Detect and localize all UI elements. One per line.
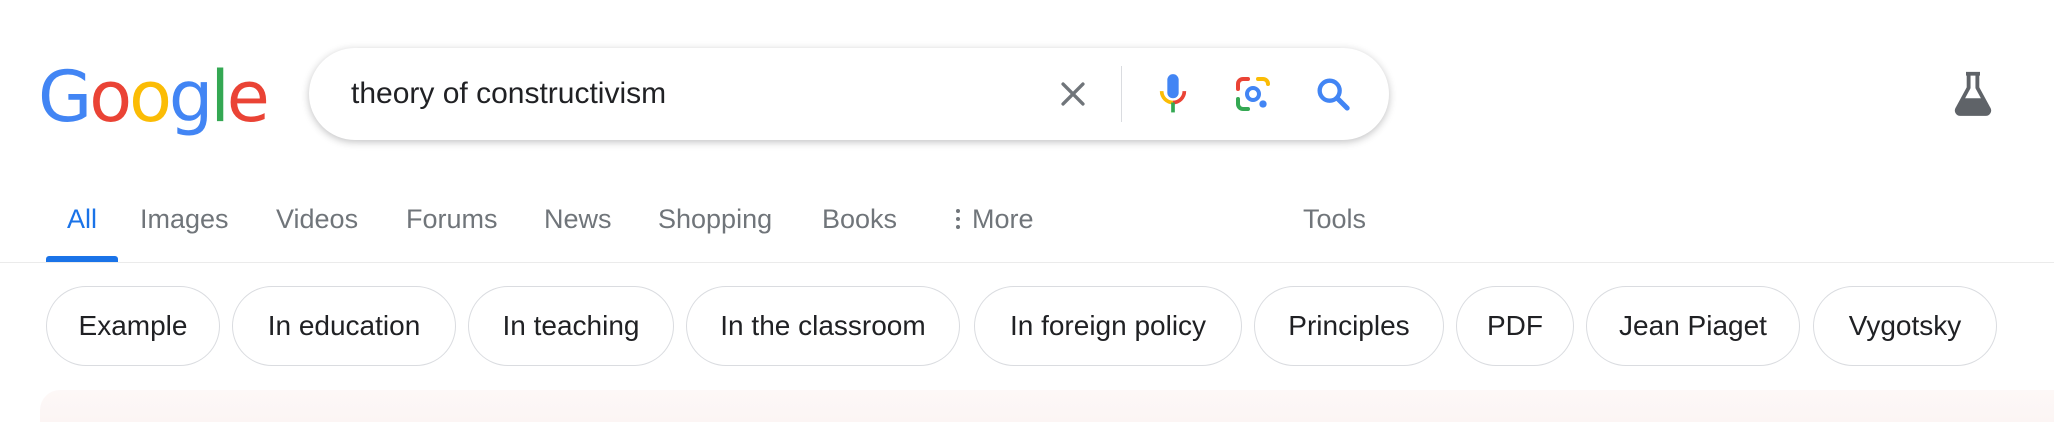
chip-label: Vygotsky [1848, 310, 1962, 341]
chip-label: In education [267, 310, 421, 341]
chip-label: Jean Piaget [1619, 310, 1767, 341]
search-results-page: Google theory of constructivism All Imag… [0, 0, 2054, 422]
chip-label: PDF [1487, 310, 1543, 341]
microphone-icon [1159, 74, 1187, 113]
chip-in-education[interactable]: In education [232, 286, 456, 366]
chip-example[interactable]: Example [46, 286, 220, 366]
tab-more[interactable]: More [952, 190, 1034, 262]
tab-videos[interactable]: Videos [276, 190, 358, 262]
chip-label: In the classroom [720, 310, 926, 341]
chip-principles[interactable]: Principles [1254, 286, 1444, 366]
camera-lens-icon [1236, 77, 1270, 111]
chip-vygotsky[interactable]: Vygotsky [1813, 286, 1997, 366]
chip-in-foreign-policy[interactable]: In foreign policy [974, 286, 1242, 366]
chip-pdf[interactable]: PDF [1456, 286, 1574, 366]
chip-label: In foreign policy [1009, 310, 1207, 341]
tab-shopping[interactable]: Shopping [658, 190, 772, 262]
tab-forums[interactable]: Forums [406, 190, 498, 262]
logo-letter: o [129, 56, 172, 138]
search-input[interactable]: theory of constructivism [351, 48, 666, 140]
logo-letter: G [38, 56, 92, 138]
tab-label: Tools [1303, 204, 1367, 234]
tab-label: More [972, 204, 1034, 234]
tab-label: Videos [276, 204, 359, 234]
logo-letter: o [89, 56, 132, 138]
chip-in-teaching[interactable]: In teaching [468, 286, 674, 366]
tab-label: Forums [406, 204, 498, 234]
vertical-dots-icon [956, 209, 960, 229]
results-panel-edge [40, 390, 2054, 422]
search-by-image-button[interactable] [1223, 48, 1283, 140]
search-labs-button[interactable] [1950, 66, 1996, 120]
tab-books[interactable]: Books [822, 190, 897, 262]
tab-tools[interactable]: Tools [1303, 190, 1366, 262]
voice-search-button[interactable] [1143, 48, 1203, 140]
flask-icon [1954, 71, 1992, 116]
tab-label: News [544, 204, 612, 234]
tab-label: All [66, 204, 97, 234]
tabs-divider [0, 262, 2054, 263]
search-submit-button[interactable] [1303, 48, 1363, 140]
tab-label: Images [140, 204, 229, 234]
search-tabs: All Images Videos Forums News Shopping B… [0, 190, 2054, 262]
search-box-divider [1121, 66, 1122, 122]
chip-label: In teaching [502, 310, 640, 341]
search-icon [1317, 78, 1350, 111]
tab-label: Shopping [658, 204, 773, 234]
chip-label: Example [78, 310, 188, 341]
tab-all[interactable]: All [46, 190, 118, 262]
logo-letter: l [210, 56, 230, 138]
google-logo[interactable]: Google [38, 52, 270, 142]
chip-label: Principles [1288, 310, 1410, 341]
tab-label: Books [822, 204, 898, 234]
logo-letter: e [226, 56, 270, 138]
close-icon [1061, 82, 1085, 106]
logo-letter: g [168, 56, 213, 138]
tab-news[interactable]: News [544, 190, 612, 262]
search-box[interactable]: theory of constructivism [309, 48, 1389, 140]
chip-jean-piaget[interactable]: Jean Piaget [1586, 286, 1800, 366]
clear-search-button[interactable] [1043, 48, 1103, 140]
refinement-chips: Example In education In teaching In the … [0, 286, 2054, 366]
tab-images[interactable]: Images [140, 190, 229, 262]
chip-in-the-classroom[interactable]: In the classroom [686, 286, 960, 366]
